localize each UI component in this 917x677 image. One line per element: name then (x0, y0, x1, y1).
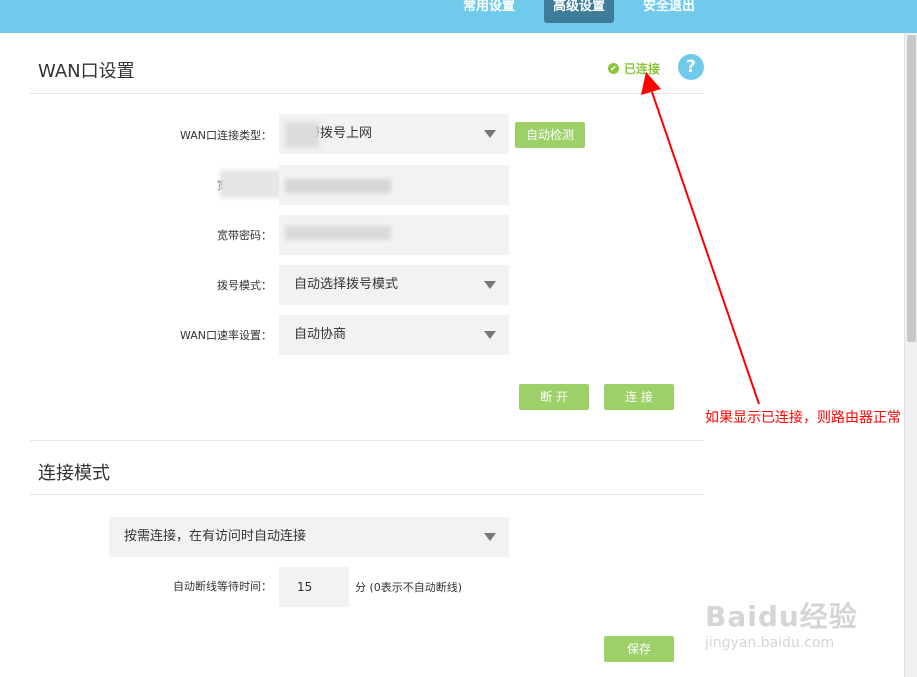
baidu-watermark: Baidu经验 jingyan.baidu.com (705, 595, 858, 651)
watermark-url: jingyan.baidu.com (705, 635, 835, 651)
arrow-head (641, 72, 661, 95)
annotation-text: 如果显示已连接，则路由器正常 (705, 410, 901, 426)
arrow-line (651, 91, 760, 405)
watermark-logo: Baidu经验 (705, 600, 858, 633)
annotation-arrow (641, 72, 760, 405)
